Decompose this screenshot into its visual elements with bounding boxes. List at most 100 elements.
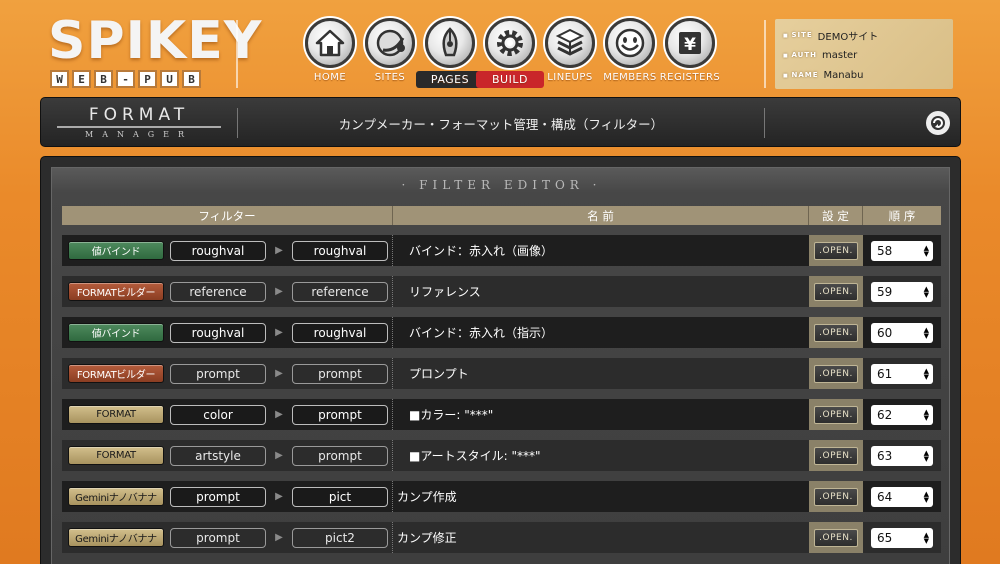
- open-button[interactable]: .OPEN.: [814, 528, 858, 547]
- open-button[interactable]: .OPEN.: [814, 446, 858, 465]
- table-row: FORMAT artstyle ▶ prompt ■アートスタイル: "***"…: [62, 440, 941, 471]
- order-select[interactable]: 58 ▲ ▼: [871, 240, 933, 261]
- open-button[interactable]: .OPEN.: [814, 405, 858, 424]
- header-setting: 設 定: [809, 206, 863, 225]
- stack-icon: [545, 18, 595, 68]
- yen-icon: ¥: [665, 18, 715, 68]
- nav-lineups[interactable]: LINEUPS: [540, 18, 600, 90]
- filter-name: リファレンス: [409, 285, 481, 299]
- target-field[interactable]: pict2: [292, 527, 388, 548]
- header-divider: [236, 20, 238, 88]
- filter-name: ■アートスタイル: "***": [409, 449, 541, 463]
- order-value: 60: [877, 325, 893, 340]
- order-select[interactable]: 61 ▲ ▼: [871, 363, 933, 384]
- page-title: カンプメーカー・フォーマット管理・構成（フィルター）: [338, 117, 664, 132]
- order-cell: 59 ▲ ▼: [863, 276, 941, 307]
- logo-letter: E: [72, 70, 91, 88]
- nav-sites[interactable]: SITES: [360, 18, 420, 90]
- source-field[interactable]: prompt: [170, 363, 266, 384]
- pen-nib-icon: [425, 18, 475, 68]
- filter-editor-inner: · FILTER EDITOR · フィルター 名 前 設 定 順 序 値バイン…: [51, 167, 950, 564]
- info-auth: AUTH master: [783, 45, 945, 65]
- house-icon: [305, 18, 355, 68]
- filter-cell: FORMAT color ▶ prompt: [62, 399, 393, 430]
- target-field[interactable]: roughval: [292, 240, 388, 261]
- source-field[interactable]: prompt: [170, 527, 266, 548]
- setting-cell: .OPEN.: [809, 317, 863, 348]
- order-value: 58: [877, 243, 893, 258]
- arrow-right-icon: ▶: [275, 450, 283, 461]
- updown-arrows-icon: ▲ ▼: [923, 407, 929, 422]
- open-button[interactable]: .OPEN.: [814, 323, 858, 342]
- filter-name: バインド：赤入れ（画像）: [409, 244, 554, 258]
- order-value: 62: [877, 407, 893, 422]
- info-site-key: SITE: [783, 31, 813, 39]
- order-cell: 60 ▲ ▼: [863, 317, 941, 348]
- info-auth-key: AUTH: [783, 51, 817, 59]
- info-auth-value: master: [822, 49, 858, 61]
- order-select[interactable]: 63 ▲ ▼: [871, 445, 933, 466]
- filter-name: プロンプト: [409, 367, 469, 381]
- header-order: 順 序: [888, 208, 916, 223]
- filter-cell: 値バインド roughval ▶ roughval: [62, 235, 393, 266]
- open-button[interactable]: .OPEN.: [814, 282, 858, 301]
- target-field[interactable]: prompt: [292, 363, 388, 384]
- table-row: Geminiナノバナナ prompt ▶ pict2 カンプ修正 .OPEN. …: [62, 522, 941, 553]
- nav-lineups-label: LINEUPS: [547, 72, 593, 83]
- order-select[interactable]: 60 ▲ ▼: [871, 322, 933, 343]
- updown-arrows-icon: ▲ ▼: [923, 366, 929, 381]
- arrow-right-icon: ▶: [275, 368, 283, 379]
- source-field[interactable]: reference: [170, 281, 266, 302]
- source-field[interactable]: roughval: [170, 322, 266, 343]
- nav-registers[interactable]: ¥ REGISTERS: [660, 18, 720, 90]
- logo-subtitle: W E B - P U B: [50, 70, 201, 88]
- filter-name: バインド：赤入れ（指示）: [409, 326, 554, 340]
- refresh-icon: [931, 116, 945, 130]
- updown-arrows-icon: ▲ ▼: [923, 284, 929, 299]
- updown-arrows-icon: ▲ ▼: [923, 243, 929, 258]
- refresh-button[interactable]: [926, 111, 950, 135]
- target-field[interactable]: prompt: [292, 445, 388, 466]
- globe-icon: [365, 18, 415, 68]
- target-field[interactable]: reference: [292, 281, 388, 302]
- source-field[interactable]: artstyle: [170, 445, 266, 466]
- order-select[interactable]: 62 ▲ ▼: [871, 404, 933, 425]
- source-field[interactable]: prompt: [170, 486, 266, 507]
- filter-type-tag: Geminiナノバナナ: [68, 487, 164, 506]
- nav-home[interactable]: HOME: [300, 18, 360, 90]
- info-site: SITE DEMOサイト: [783, 25, 945, 45]
- order-value: 65: [877, 530, 893, 545]
- open-button[interactable]: .OPEN.: [814, 364, 858, 383]
- source-field[interactable]: roughval: [170, 240, 266, 261]
- target-field[interactable]: roughval: [292, 322, 388, 343]
- order-select[interactable]: 65 ▲ ▼: [871, 527, 933, 548]
- open-button[interactable]: .OPEN.: [814, 241, 858, 260]
- target-field[interactable]: prompt: [292, 404, 388, 425]
- target-field[interactable]: pict: [292, 486, 388, 507]
- filter-cell: Geminiナノバナナ prompt ▶ pict2: [62, 522, 393, 553]
- fm-logo-bottom: MANAGER: [85, 130, 193, 139]
- format-manager-logo: FORMAT MANAGER: [53, 106, 225, 140]
- order-select[interactable]: 64 ▲ ▼: [871, 486, 933, 507]
- filter-cell: FORMATビルダー reference ▶ reference: [62, 276, 393, 307]
- arrow-right-icon: ▶: [275, 245, 283, 256]
- source-field[interactable]: color: [170, 404, 266, 425]
- nav-build[interactable]: BUILD: [476, 18, 544, 90]
- nav-members[interactable]: MEMBERS: [600, 18, 660, 90]
- order-cell: 65 ▲ ▼: [863, 522, 941, 553]
- fm-logo-line: [57, 126, 221, 128]
- updown-arrows-icon: ▲ ▼: [923, 325, 929, 340]
- header-name: 名 前: [393, 206, 809, 225]
- smiley-icon: [605, 18, 655, 68]
- order-select[interactable]: 59 ▲ ▼: [871, 281, 933, 302]
- titlebar-divider: [237, 108, 238, 138]
- setting-cell: .OPEN.: [809, 522, 863, 553]
- spikey-logo[interactable]: SPIKEY W E B - P U B: [48, 14, 261, 92]
- logo-letter: W: [50, 70, 69, 88]
- gear-icon: [485, 18, 535, 68]
- nav-pages[interactable]: PAGES: [416, 18, 484, 90]
- table-row: Geminiナノバナナ prompt ▶ pict カンプ作成 .OPEN. 6…: [62, 481, 941, 512]
- arrow-right-icon: ▶: [275, 532, 283, 543]
- filter-type-tag: FORMATビルダー: [68, 364, 164, 383]
- open-button[interactable]: .OPEN.: [814, 487, 858, 506]
